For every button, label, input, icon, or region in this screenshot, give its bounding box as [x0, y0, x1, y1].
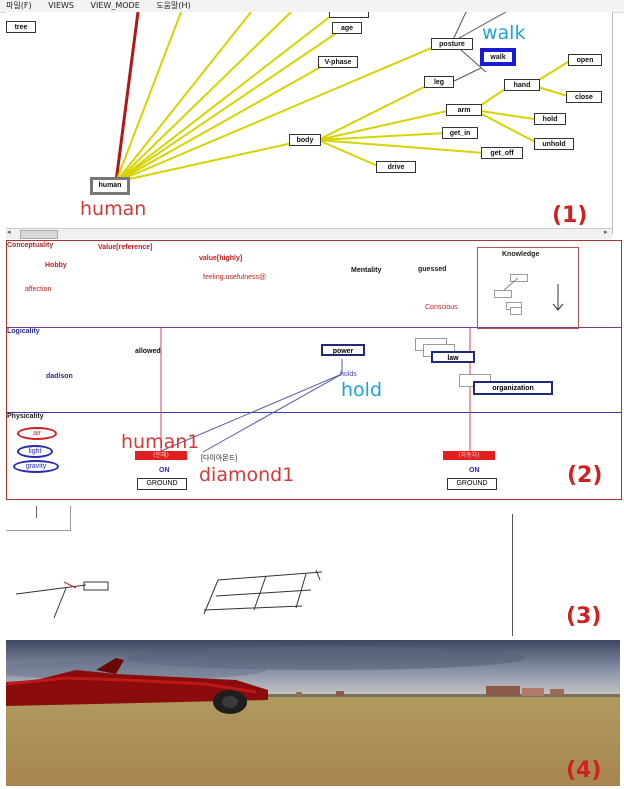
- guessed-label: guessed: [418, 266, 447, 273]
- node-drive[interactable]: drive: [376, 161, 416, 173]
- node-arm[interactable]: arm: [446, 104, 482, 116]
- tree-view-panel: tree age V-phase posture walk walk open …: [6, 12, 613, 234]
- panel-number-2: (2): [567, 463, 603, 488]
- diamond1-text: [다이아몬드]: [201, 455, 238, 462]
- node-get-off[interactable]: get_off: [481, 147, 523, 159]
- overlay-diamond1-label: diamond1: [199, 464, 295, 486]
- on-label-2: ON: [469, 467, 480, 474]
- sketch-view-panel: (3): [6, 506, 620, 636]
- node-get-in[interactable]: get_in: [442, 127, 478, 139]
- node-leg[interactable]: leg: [424, 76, 454, 88]
- node-hand[interactable]: hand: [504, 79, 540, 91]
- overlay-human1-label: human1: [121, 431, 200, 453]
- node-law[interactable]: law: [431, 351, 475, 363]
- node-power[interactable]: power: [321, 344, 365, 356]
- layer-view-panel: Conceptuality Value[reference] Hobby val…: [6, 240, 622, 500]
- panel-number-1: (1): [552, 203, 588, 228]
- logicality-title: Logicality: [7, 328, 40, 335]
- node-walk[interactable]: walk: [480, 48, 516, 66]
- scroll-thumb[interactable]: [20, 230, 58, 239]
- physicality-title: Physicality: [7, 413, 44, 420]
- value-reference-label: Value[reference]: [98, 244, 153, 251]
- horizontal-scrollbar[interactable]: ◂ ▸: [6, 228, 612, 239]
- overlay-human-label: human: [80, 198, 147, 220]
- node-hold[interactable]: hold: [534, 113, 566, 125]
- node-unhold[interactable]: unhold: [534, 138, 574, 150]
- conscious-label: Conscious: [425, 304, 458, 311]
- feeling-usefulness-label: feeling.usefulness@: [203, 274, 267, 281]
- dad-son-label: dad/son: [46, 373, 73, 380]
- panel-number-4: (4): [566, 758, 602, 783]
- 3d-scene-render: [6, 640, 620, 786]
- panel-number-3: (3): [566, 604, 602, 629]
- light-ellipse[interactable]: light: [17, 445, 53, 458]
- overlay-walk-label: walk: [482, 22, 526, 44]
- node-close[interactable]: close: [566, 91, 602, 103]
- hobby-label: Hobby: [45, 262, 67, 269]
- mentality-label: Mentality: [351, 267, 382, 274]
- tree-button[interactable]: tree: [6, 21, 36, 33]
- conceptuality-title: Conceptuality: [7, 242, 54, 249]
- car-box[interactable]: (자동차): [443, 451, 495, 460]
- node-open[interactable]: open: [568, 54, 602, 66]
- gravity-ellipse[interactable]: gravity: [13, 460, 59, 473]
- node-top-partial[interactable]: [329, 12, 369, 18]
- node-body[interactable]: body: [289, 134, 321, 146]
- node-posture[interactable]: posture: [431, 38, 473, 50]
- node-human[interactable]: human: [90, 177, 130, 195]
- menu-help[interactable]: 도움말(H): [156, 1, 190, 10]
- down-arrow-icon: [503, 277, 564, 311]
- overlay-hold-label: hold: [341, 379, 383, 401]
- scroll-left-arrow-icon[interactable]: ◂: [7, 228, 11, 236]
- node-age[interactable]: age: [332, 22, 362, 34]
- menu-file[interactable]: 파일(F): [6, 1, 32, 10]
- air-ellipse[interactable]: air: [17, 427, 57, 440]
- affection-label: affection: [25, 286, 52, 293]
- knowledge-box[interactable]: Knowledge: [477, 247, 579, 329]
- menu-view-mode[interactable]: VIEW_MODE: [91, 1, 140, 10]
- ground-box-2[interactable]: GROUND: [447, 478, 497, 490]
- node-v-phase[interactable]: V-phase: [318, 56, 358, 68]
- 3d-scene-panel: (4): [6, 640, 620, 786]
- panel-divider: [512, 514, 513, 636]
- value-highly-label: value[highly]: [199, 255, 243, 262]
- menu-views[interactable]: VIEWS: [48, 1, 74, 10]
- scroll-right-arrow-icon[interactable]: ▸: [604, 228, 608, 236]
- edge-red: [114, 12, 140, 183]
- node-organization[interactable]: organization: [473, 381, 553, 395]
- human1-box[interactable]: (인체): [135, 451, 187, 460]
- holds-label: holds: [340, 371, 357, 378]
- wireframe-sketch: [15, 569, 323, 619]
- allowed-label: allowed: [135, 348, 161, 355]
- on-label-1: ON: [159, 467, 170, 474]
- ground-box-1[interactable]: GROUND: [137, 478, 187, 490]
